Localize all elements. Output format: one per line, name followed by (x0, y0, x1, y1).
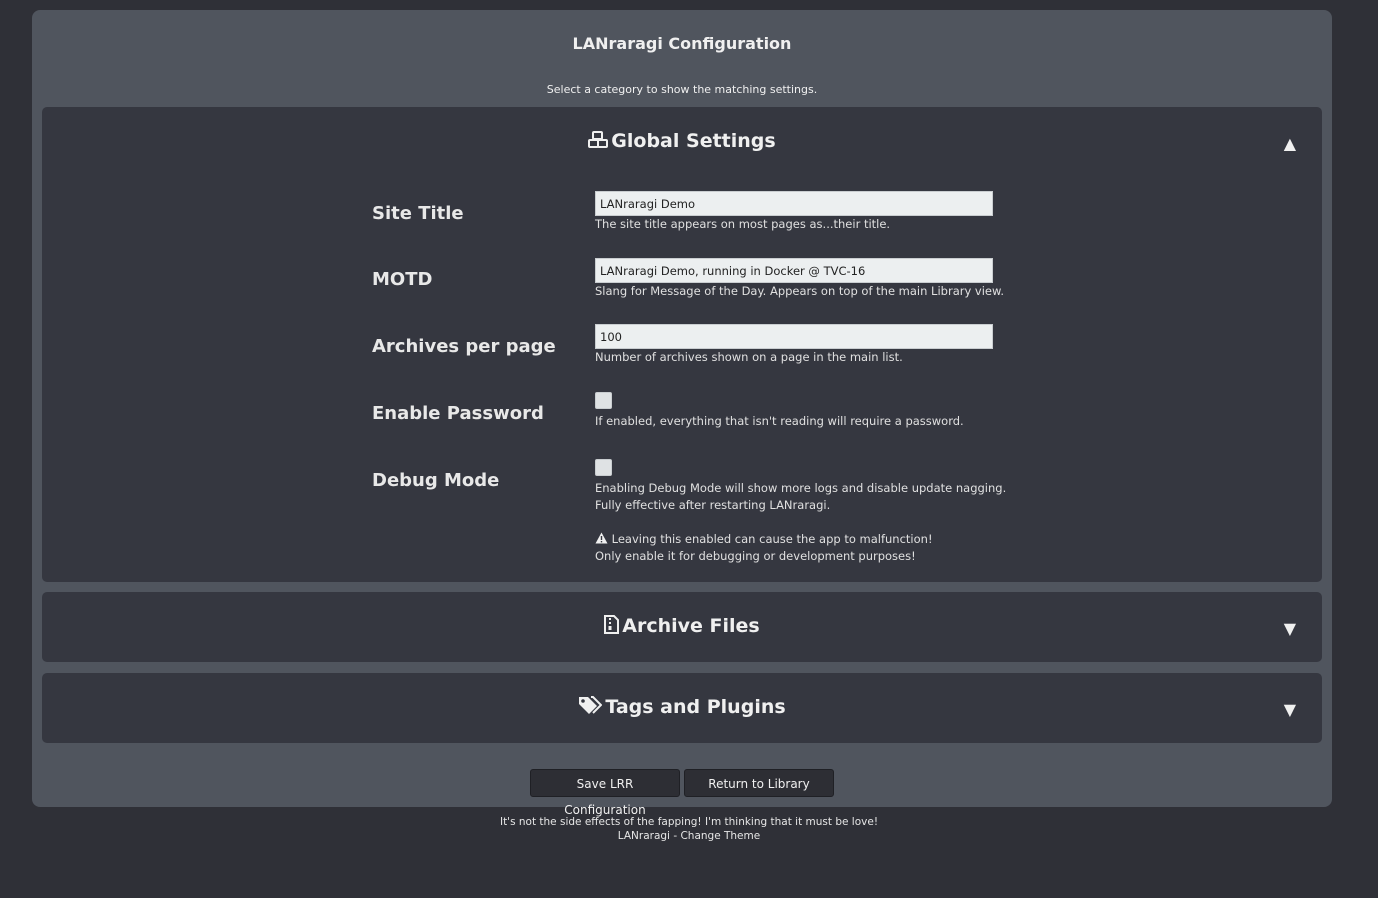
label-archives-per-page: Archives per page (372, 336, 556, 357)
label-enable-password: Enable Password (372, 403, 544, 424)
footer-separator: - (669, 830, 681, 842)
return-to-library-button[interactable]: Return to Library (684, 769, 834, 797)
tags-icon (579, 696, 603, 714)
save-configuration-button[interactable]: Save LRR Configuration (530, 769, 680, 817)
help-motd: Slang for Message of the Day. Appears on… (595, 284, 1005, 298)
file-archive-icon (604, 615, 620, 634)
section-title-global-settings: Global Settings (611, 130, 776, 152)
footer-app-link[interactable]: LANraragi (618, 830, 670, 842)
section-header-tags-and-plugins[interactable]: Tags and Plugins (42, 696, 1322, 718)
change-theme-link[interactable]: Change Theme (680, 830, 760, 842)
section-tags-and-plugins[interactable]: Tags and Plugins ▼ (42, 673, 1322, 743)
page-subtitle: Select a category to show the matching s… (546, 83, 818, 96)
collapse-arrow-icon[interactable]: ▲ (1284, 134, 1296, 153)
section-global-settings: Global Settings ▲ Site Title The site ti… (42, 107, 1322, 582)
label-motd: MOTD (372, 269, 433, 290)
label-site-title: Site Title (372, 203, 464, 224)
warning-icon (595, 532, 608, 544)
config-panel: LANraragi Configuration Select a categor… (32, 10, 1332, 817)
footer-links: LANraragi - Change Theme (0, 829, 1378, 843)
debug-warning-text: Leaving this enabled can cause the app t… (611, 532, 933, 546)
section-archive-files[interactable]: Archive Files ▼ (42, 592, 1322, 662)
debug-mode-checkbox[interactable] (595, 459, 612, 476)
page-title: LANraragi Configuration (572, 34, 792, 53)
archives-per-page-input[interactable] (595, 324, 993, 349)
motd-input[interactable] (595, 258, 993, 283)
debug-warning-line2: Only enable it for debugging or developm… (595, 549, 916, 563)
help-site-title: The site title appears on most pages as.… (595, 217, 891, 231)
debug-warning-line1: Leaving this enabled can cause the app t… (595, 531, 933, 548)
footer: It's not the side effects of the fapping… (0, 815, 1378, 843)
enable-password-checkbox[interactable] (595, 392, 612, 409)
footer-motd: It's not the side effects of the fapping… (499, 816, 879, 828)
expand-arrow-icon[interactable]: ▼ (1284, 700, 1296, 719)
help-debug-mode-line1: Enabling Debug Mode will show more logs … (595, 481, 1007, 495)
help-enable-password: If enabled, everything that isn't readin… (595, 414, 964, 428)
section-header-archive-files[interactable]: Archive Files (42, 615, 1322, 637)
section-title-tags-and-plugins: Tags and Plugins (605, 696, 786, 718)
section-title-archive-files: Archive Files (622, 615, 760, 637)
help-archives-per-page: Number of archives shown on a page in th… (595, 350, 903, 364)
cubes-icon (588, 131, 609, 148)
help-debug-mode-line2: Fully effective after restarting LANrara… (595, 498, 831, 512)
label-debug-mode: Debug Mode (372, 470, 500, 491)
section-header-global-settings[interactable]: Global Settings (42, 130, 1322, 152)
expand-arrow-icon[interactable]: ▼ (1284, 619, 1296, 638)
site-title-input[interactable] (595, 191, 993, 216)
